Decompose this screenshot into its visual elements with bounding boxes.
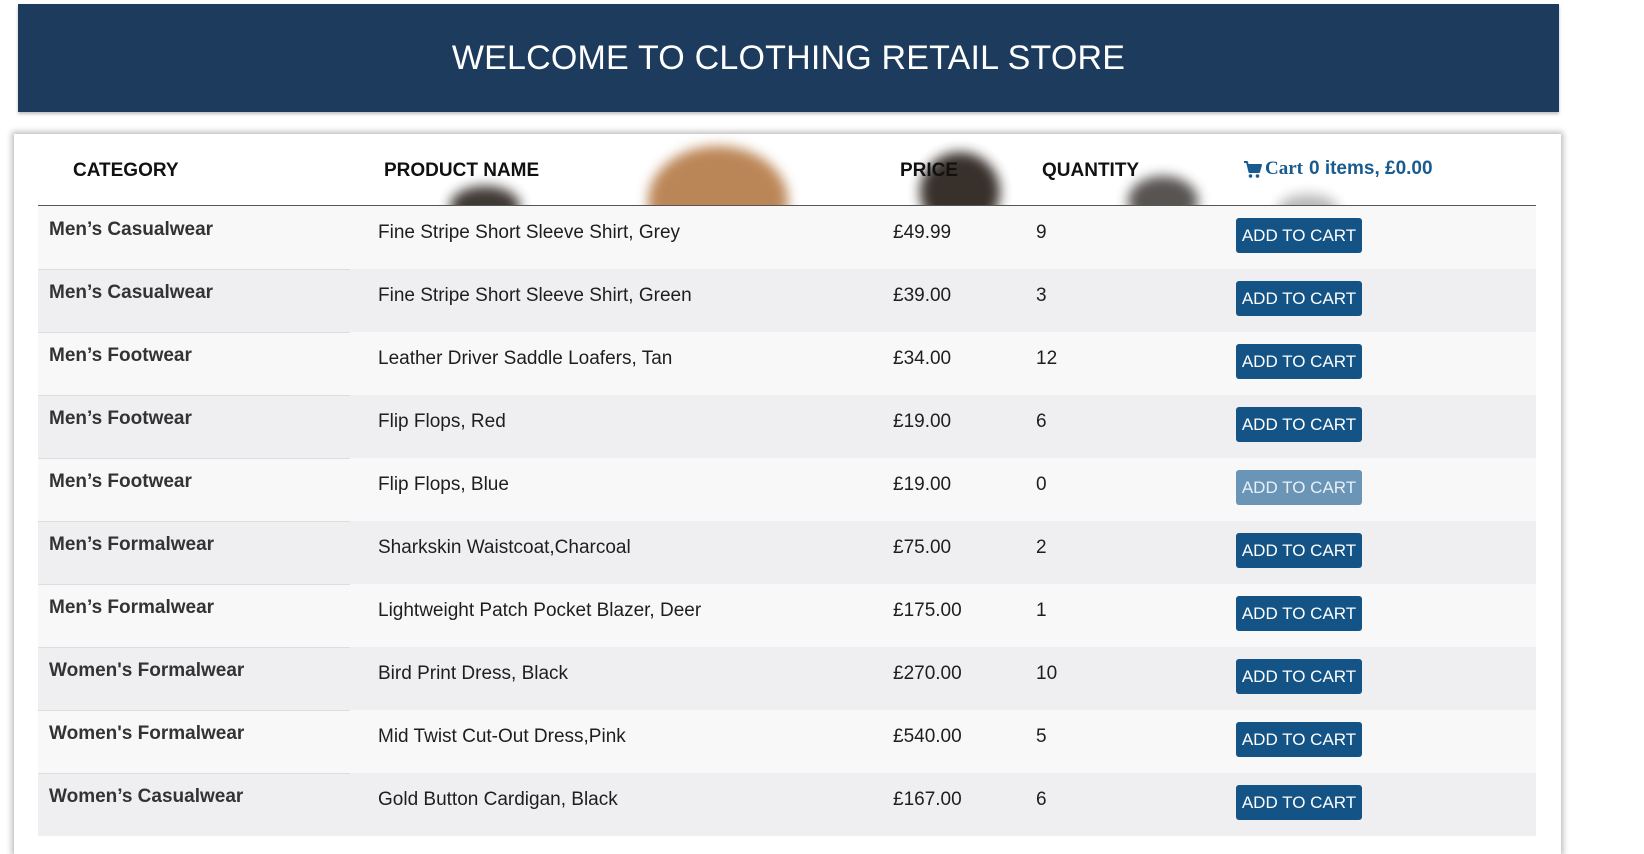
product-category: Men’s Casualwear: [49, 219, 214, 240]
welcome-banner: WELCOME TO CLOTHING RETAIL STORE: [18, 4, 1559, 112]
product-quantity: 3: [1036, 285, 1047, 306]
table-row: Men’s Formalwear Lightweight Patch Pocket…: [38, 584, 1536, 647]
product-price: £39.00: [893, 285, 952, 306]
product-price: £49.99: [893, 222, 952, 243]
product-name: Sharkskin Waistcoat,Charcoal: [378, 537, 631, 558]
product-quantity: 1: [1036, 600, 1047, 621]
table-row: Men’s Casualwear Fine Stripe Short Sleeve…: [38, 269, 1536, 332]
cart-label: Cart: [1265, 158, 1303, 179]
product-name: Fine Stripe Short Sleeve Shirt, Green: [378, 285, 692, 306]
add-to-cart-button[interactable]: ADD TO CART: [1236, 470, 1362, 505]
product-quantity: 6: [1036, 789, 1047, 810]
add-to-cart-button[interactable]: ADD TO CART: [1236, 596, 1362, 631]
cart-count: 0 items, £0.00: [1308, 158, 1433, 179]
product-name: Leather Driver Saddle Loafers, Tan: [378, 348, 673, 369]
add-to-cart-button[interactable]: ADD TO CART: [1236, 533, 1362, 568]
product-price: £270.00: [893, 663, 962, 684]
product-price: £19.00: [893, 474, 952, 495]
page-title: WELCOME TO CLOTHING RETAIL STORE: [451, 38, 1126, 77]
product-price: £167.00: [893, 789, 962, 810]
product-price: £75.00: [893, 537, 952, 558]
product-price: £19.00: [893, 411, 952, 432]
product-quantity: 9: [1036, 222, 1047, 243]
product-category: Women's Formalwear: [49, 660, 245, 681]
product-quantity: 10: [1036, 663, 1058, 684]
product-name: Bird Print Dress, Black: [378, 663, 569, 684]
column-header-price[interactable]: PRICE: [900, 160, 958, 182]
product-name: Mid Twist Cut-Out Dress,Pink: [378, 726, 626, 747]
product-category: Women’s Casualwear: [49, 786, 244, 807]
product-category: Men’s Formalwear: [49, 597, 215, 618]
product-category: Men’s Footwear: [49, 408, 192, 429]
header-background-image: [450, 186, 520, 205]
add-to-cart-button[interactable]: ADD TO CART: [1236, 785, 1362, 820]
product-quantity: 6: [1036, 411, 1047, 432]
table-header: CATEGORY PRODUCT NAME PRICE QUANTITY Car…: [38, 134, 1536, 206]
table-row: Women’s Casualwear Gold Button Cardigan, …: [38, 773, 1536, 836]
table-row: Women's Formalwear Bird Print Dress, Blac…: [38, 647, 1536, 710]
table-row: Men’s Footwear Flip Flops, Red £19.00 6 ADD …: [38, 395, 1536, 458]
table-row: Men’s Casualwear Fine Stripe Short Sleeve…: [38, 206, 1536, 269]
add-to-cart-button[interactable]: ADD TO CART: [1236, 218, 1362, 253]
add-to-cart-button[interactable]: ADD TO CART: [1236, 281, 1362, 316]
column-header-product-name[interactable]: PRODUCT NAME: [384, 160, 539, 182]
shopping-cart-icon: [1243, 160, 1263, 180]
product-quantity: 0: [1036, 474, 1047, 495]
column-header-category[interactable]: CATEGORY: [73, 160, 179, 182]
product-quantity: 2: [1036, 537, 1047, 558]
add-to-cart-button[interactable]: ADD TO CART: [1236, 344, 1362, 379]
table-row: Women's Formalwear Mid Twist Cut-Out Dres…: [38, 710, 1536, 773]
product-name: Gold Button Cardigan, Black: [378, 789, 618, 810]
product-category: Men’s Footwear: [49, 471, 192, 492]
product-category: Men’s Footwear: [49, 345, 192, 366]
table-row: Men’s Footwear Flip Flops, Blue £19.00 0 ADD…: [38, 458, 1536, 521]
product-price: £34.00: [893, 348, 952, 369]
table-row: Men’s Formalwear Sharkskin Waistcoat,Char…: [38, 521, 1536, 584]
product-category: Women's Formalwear: [49, 723, 245, 744]
column-header-quantity[interactable]: QUANTITY: [1042, 160, 1139, 182]
cart-summary[interactable]: Cart 0 items, £0.00: [1243, 158, 1433, 180]
product-quantity: 5: [1036, 726, 1047, 747]
product-name: Fine Stripe Short Sleeve Shirt, Grey: [378, 222, 681, 243]
product-category: Men’s Formalwear: [49, 534, 215, 555]
add-to-cart-button[interactable]: ADD TO CART: [1236, 722, 1362, 757]
table-row: Men’s Footwear Leather Driver Saddle Loaf…: [38, 332, 1536, 395]
add-to-cart-button[interactable]: ADD TO CART: [1236, 659, 1362, 694]
product-name: Flip Flops, Blue: [378, 474, 509, 495]
product-list: Men’s Casualwear Fine Stripe Short Sleeve…: [38, 206, 1536, 836]
product-price: £540.00: [893, 726, 962, 747]
product-price: £175.00: [893, 600, 962, 621]
product-quantity: 12: [1036, 348, 1058, 369]
product-category: Men’s Casualwear: [49, 282, 214, 303]
product-name: Lightweight Patch Pocket Blazer, Deer: [378, 600, 702, 621]
add-to-cart-button[interactable]: ADD TO CART: [1236, 407, 1362, 442]
product-name: Flip Flops, Red: [378, 411, 506, 432]
product-table-panel: CATEGORY PRODUCT NAME PRICE QUANTITY Car…: [14, 134, 1561, 854]
